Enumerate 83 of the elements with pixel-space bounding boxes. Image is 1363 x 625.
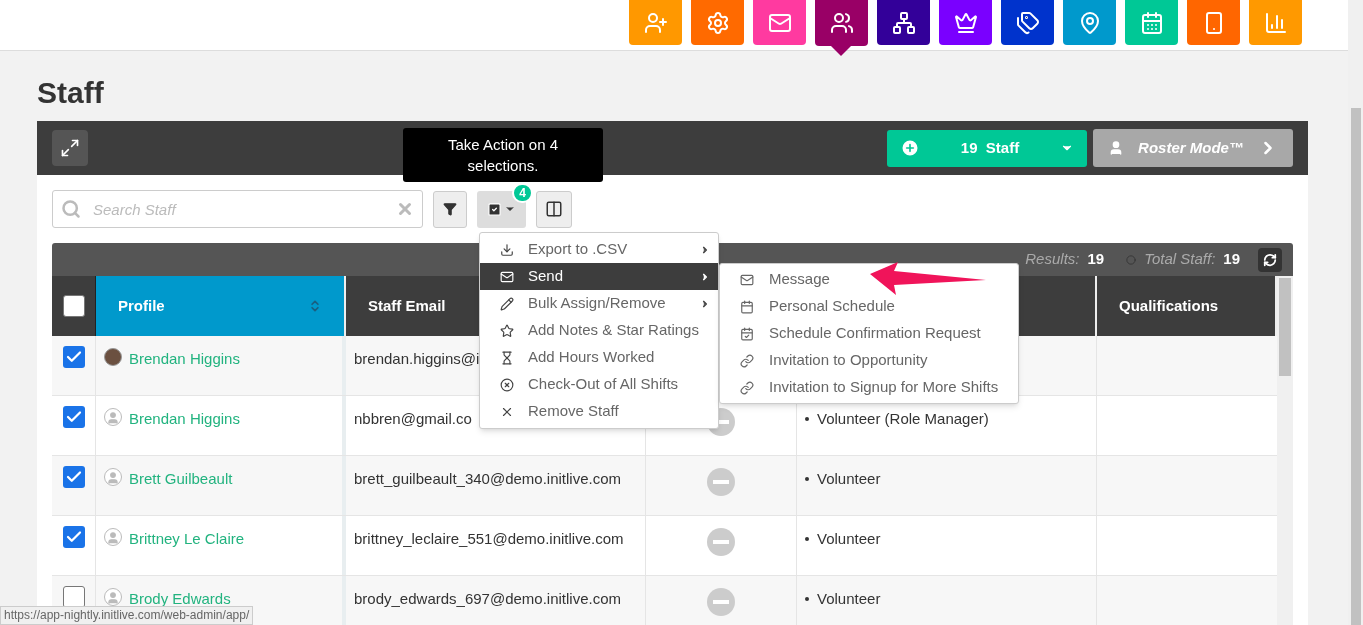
menu-item[interactable]: Check-Out of All Shifts (480, 371, 718, 398)
table-scrollbar[interactable] (1277, 276, 1293, 625)
stat-label: Results: (1025, 249, 1080, 270)
network-icon (891, 10, 916, 35)
email-text: nbbren@gmail.co (354, 410, 472, 427)
checkbox[interactable] (62, 586, 85, 608)
page-title: Staff (37, 75, 105, 111)
search-icon (61, 199, 81, 219)
checkbox[interactable] (62, 406, 85, 428)
checkbox-icon (487, 201, 502, 217)
x-circle-icon (500, 377, 514, 392)
users-icon (829, 11, 854, 35)
link-icon (740, 380, 754, 395)
stat-label: Total Staff: (1144, 249, 1216, 270)
column-header[interactable]: Profile (96, 276, 346, 336)
star-icon (500, 323, 514, 338)
nav-tile[interactable] (1249, 0, 1302, 45)
calendar-icon (1139, 10, 1164, 35)
menu-item[interactable]: Invitation to Opportunity (720, 347, 1018, 374)
pencil-icon (500, 296, 514, 311)
expand-icon (60, 138, 80, 158)
gear-icon (705, 10, 730, 35)
menu-item[interactable]: Bulk Assign/Remove (480, 290, 718, 317)
stat-value: 19 (1223, 249, 1240, 270)
role-item: Volunteer (805, 468, 1096, 491)
menu-item[interactable]: Add Notes & Star Ratings (480, 317, 718, 344)
clear-icon (396, 200, 414, 218)
filter-icon (443, 202, 457, 216)
checkbox[interactable] (62, 295, 85, 317)
email-text: brittney_leclaire_551@demo.initlive.com (354, 530, 624, 547)
email-text: brody_edwards_697@demo.initlive.com (354, 590, 622, 607)
expand-button[interactable] (52, 130, 88, 166)
menu-item[interactable]: Schedule Confirmation Request (720, 320, 1018, 347)
columns-icon (545, 200, 563, 218)
refresh-icon (1263, 252, 1277, 267)
download-icon (500, 242, 514, 257)
checkbox[interactable] (62, 466, 85, 488)
calendar-icon (740, 299, 754, 314)
role-item: Volunteer (Role Manager) (805, 408, 1096, 431)
nav-tile[interactable] (629, 0, 682, 45)
tooltip: Take Action on 4 selections. (403, 128, 603, 182)
menu-item[interactable]: Personal Schedule (720, 293, 1018, 320)
menu-item[interactable]: Add Hours Worked (480, 344, 718, 371)
checkbox[interactable] (62, 346, 85, 368)
link-icon (740, 353, 754, 368)
columns-button[interactable] (536, 190, 572, 228)
nav-tile[interactable] (877, 0, 930, 45)
calendar-check-icon (740, 326, 754, 341)
menu-item[interactable]: Remove Staff (480, 398, 718, 425)
bar-chart-icon (1263, 10, 1288, 35)
plus-icon (900, 138, 920, 158)
status-url-tooltip: https://app-nightly.initlive.com/web-admin/app/ (0, 606, 254, 625)
user-icon (1108, 140, 1124, 156)
crown-icon (953, 10, 978, 35)
role-item: Volunteer (805, 588, 1096, 611)
nav-tile[interactable] (753, 0, 806, 45)
envelope-icon (500, 269, 514, 284)
nav-tile[interactable] (1001, 0, 1054, 45)
nav-tile[interactable] (1125, 0, 1178, 45)
refresh-button[interactable] (1258, 247, 1282, 272)
filter-button[interactable] (433, 190, 467, 228)
menu-item[interactable]: Message (720, 266, 1018, 293)
sort-icon (308, 299, 322, 313)
menu-item[interactable]: Invitation to Signup for More Shifts (720, 374, 1018, 401)
nav-tile[interactable] (691, 0, 744, 45)
nav-tile[interactable] (939, 0, 992, 45)
hourglass-icon (500, 350, 514, 365)
nav-tile[interactable] (1187, 0, 1240, 45)
stat-value: 19 (1087, 249, 1105, 270)
menu-item[interactable]: Send (480, 263, 718, 290)
pointer-icon (831, 46, 851, 56)
search-field[interactable]: Search Staff (52, 190, 423, 228)
envelope-icon (740, 272, 754, 287)
role-item: Volunteer (805, 528, 1096, 551)
action-button[interactable] (477, 190, 526, 228)
user-plus-icon (643, 10, 668, 35)
email-text: brett_guilbeault_340@demo.initlive.com (354, 470, 622, 487)
nav-tile[interactable] (1063, 0, 1116, 45)
checkbox[interactable] (62, 526, 85, 548)
menu-item[interactable]: Export to .CSV (480, 236, 718, 263)
status-dot-icon (1126, 254, 1137, 265)
email-text: brendan.higgins@i (354, 350, 480, 367)
tags-icon (1015, 10, 1040, 35)
